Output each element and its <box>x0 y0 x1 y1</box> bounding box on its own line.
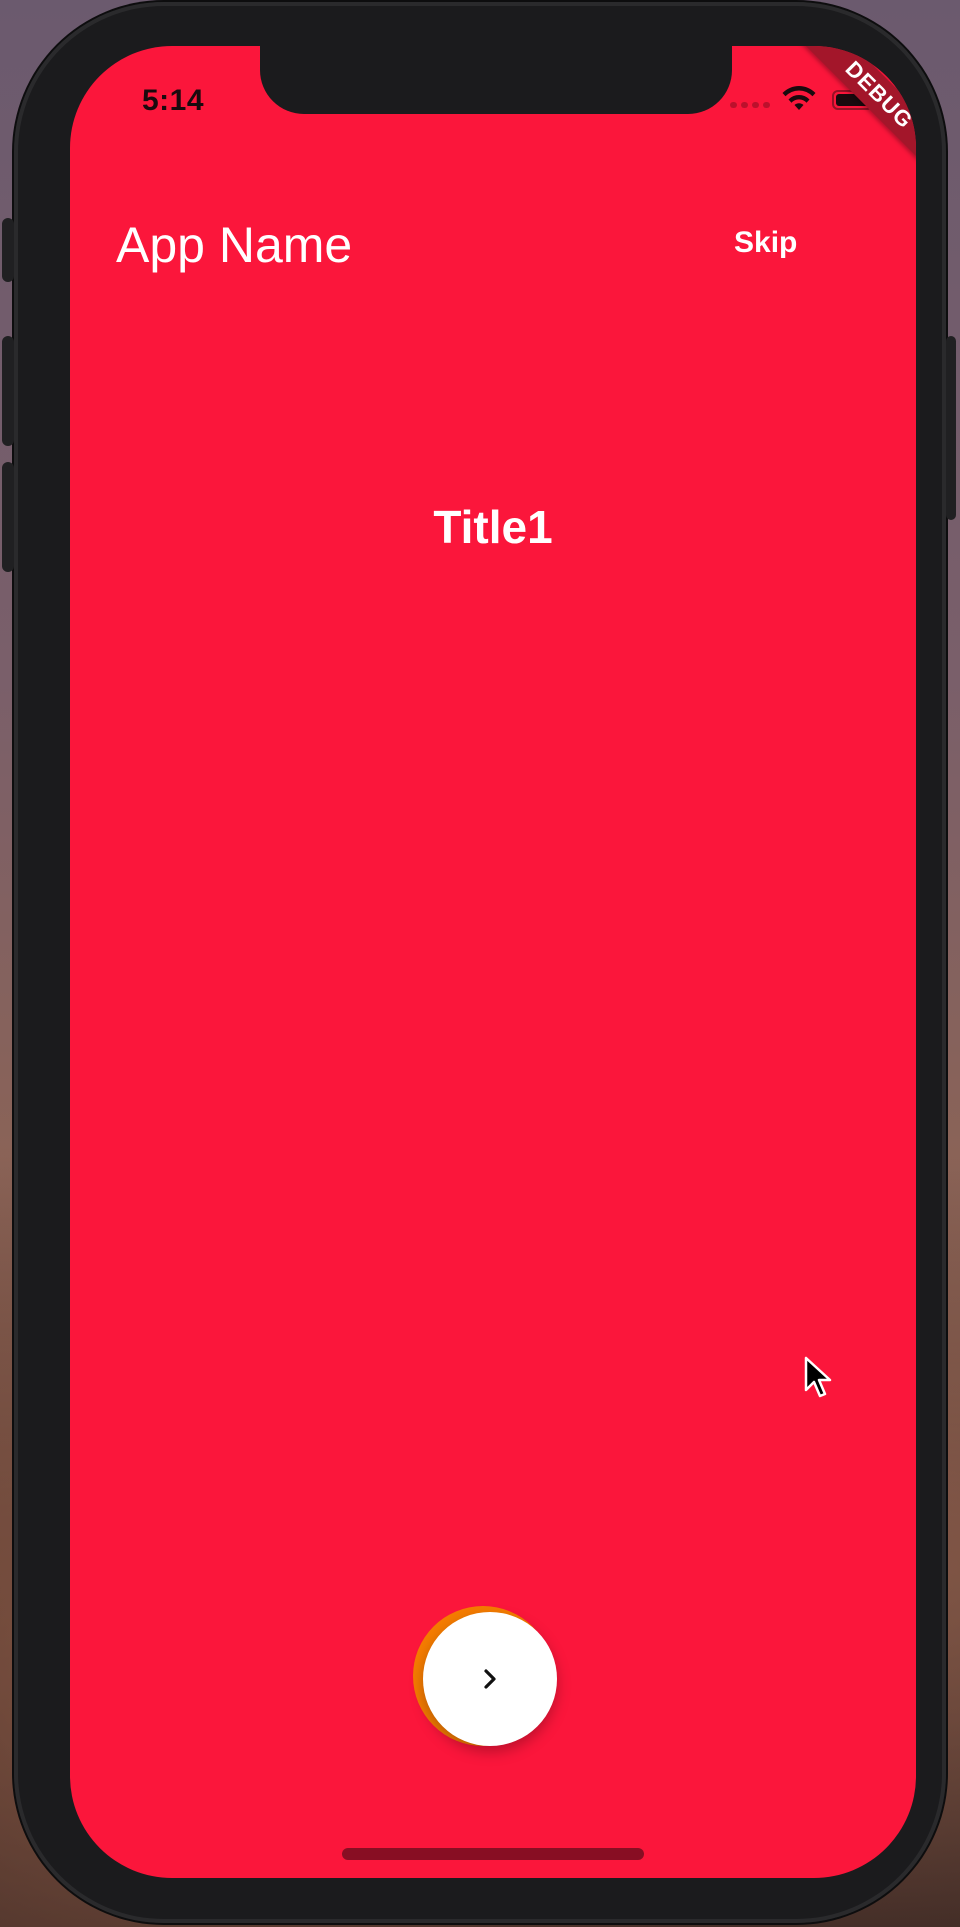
phone-frame: 5:14 DEBUG App Name Skip Title1 <box>2 2 956 1923</box>
wifi-icon <box>782 86 816 110</box>
next-button-container <box>407 1600 559 1752</box>
chevron-right-icon <box>484 1669 496 1689</box>
app-screen: 5:14 DEBUG App Name Skip Title1 <box>70 46 916 1878</box>
status-time: 5:14 <box>142 84 205 117</box>
volume-down-button <box>2 462 14 572</box>
next-button[interactable] <box>423 1612 557 1746</box>
notch <box>260 46 732 114</box>
home-indicator[interactable] <box>342 1848 644 1860</box>
cellular-signal-icon <box>730 102 770 108</box>
mouse-cursor-icon <box>804 1356 832 1398</box>
power-button <box>946 336 956 520</box>
slide-title: Title1 <box>433 501 553 553</box>
app-name-title: App Name <box>116 217 353 273</box>
volume-up-button <box>2 336 14 446</box>
silent-switch <box>2 218 14 282</box>
skip-button[interactable]: Skip <box>734 226 797 260</box>
